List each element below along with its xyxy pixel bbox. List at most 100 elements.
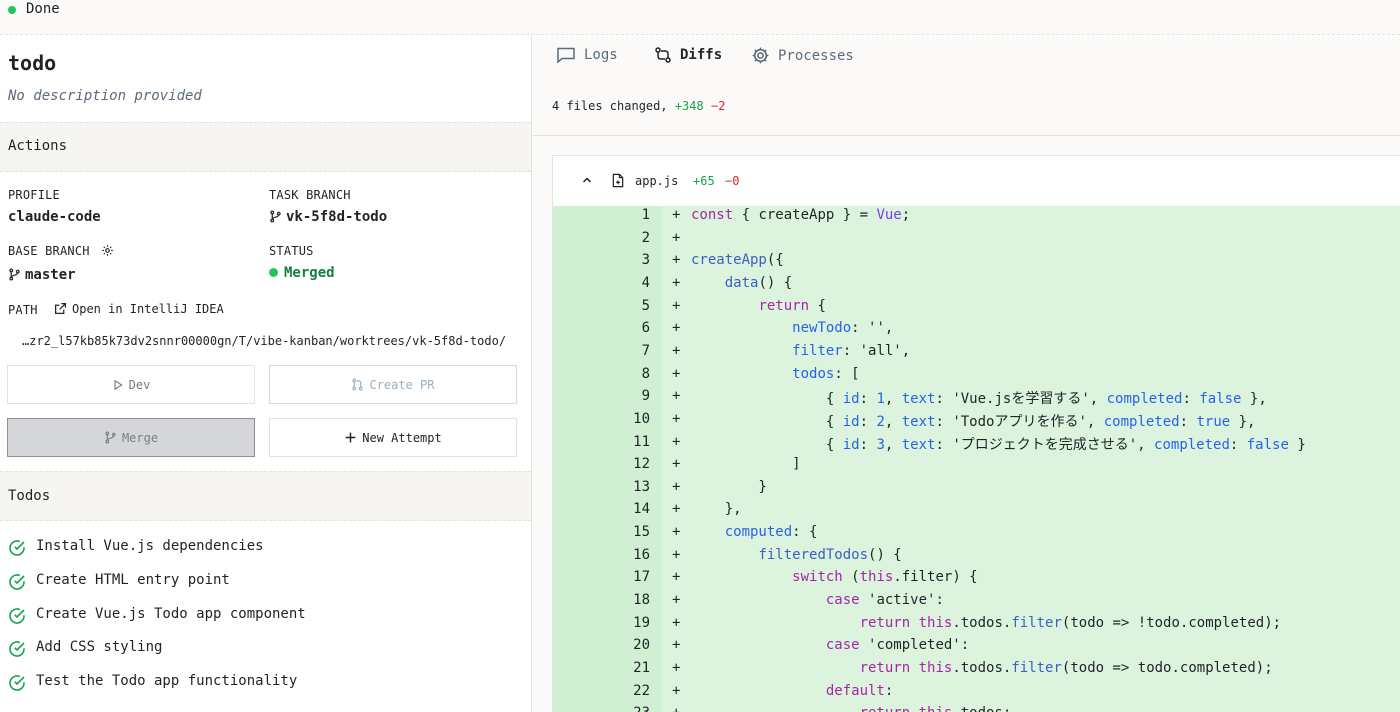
- added-marker: +: [672, 705, 680, 712]
- tab-diffs[interactable]: Diffs: [654, 46, 722, 64]
- base-branch-text: master: [25, 267, 76, 283]
- tab-processes[interactable]: Processes: [751, 46, 854, 65]
- gear-icon[interactable]: [101, 244, 114, 257]
- code-line: 20 + case 'completed':: [553, 637, 1400, 659]
- code-line: 17 + switch (this.filter) {: [553, 569, 1400, 591]
- total-additions: +348: [674, 99, 704, 113]
- chevron-up-icon[interactable]: [581, 174, 593, 186]
- check-circle-icon: [9, 608, 25, 624]
- diff-code-view: 1 + const { createApp } = Vue; 2 +3 + createAp…: [553, 206, 1400, 712]
- git-pull-request-icon: [352, 378, 364, 391]
- code-line: 22 + default:: [553, 683, 1400, 705]
- check-circle-icon: [9, 675, 25, 691]
- open-in-ide-label: Open in IntelliJ IDEA: [72, 302, 224, 316]
- merge-button[interactable]: Merge: [7, 418, 255, 457]
- code-line: 1 + const { createApp } = Vue;: [553, 207, 1400, 229]
- line-number: 22: [633, 682, 650, 699]
- check-circle-icon: [9, 641, 25, 657]
- code-text: { id: 3, text: 'プロジェクトを完成させる', completed…: [691, 436, 1306, 453]
- code-line: 15 + computed: {: [553, 524, 1400, 546]
- code-text: },: [691, 501, 742, 518]
- line-number: 9: [641, 388, 650, 405]
- base-branch-value: master: [8, 267, 76, 283]
- code-line: 3 + createApp({: [553, 252, 1400, 274]
- files-changed-text: 4 files changed,: [552, 99, 668, 113]
- git-compare-icon: [655, 47, 671, 63]
- code-line: 4 + data() {: [553, 275, 1400, 297]
- added-marker: +: [672, 297, 681, 314]
- file-deletions: −0: [725, 174, 740, 188]
- line-number: 17: [633, 569, 650, 586]
- todo-text: Install Vue.js dependencies: [36, 538, 264, 554]
- status-value: Merged: [269, 265, 335, 281]
- tab-logs[interactable]: Logs: [556, 46, 618, 64]
- code-text: data() {: [724, 274, 793, 291]
- git-merge-icon: [105, 431, 116, 444]
- open-in-ide-link[interactable]: Open in IntelliJ IDEA: [54, 302, 224, 316]
- tab-diffs-label: Diffs: [680, 47, 723, 63]
- code-text: { id: 1, text: 'Vue.jsを学習する', completed:…: [691, 391, 1267, 408]
- status-text: Done: [26, 1, 60, 17]
- line-number: 4: [641, 274, 650, 291]
- line-number: 21: [633, 660, 650, 676]
- line-number: 12: [633, 456, 650, 473]
- gear-icon: [752, 47, 769, 64]
- base-branch-label: BASE BRANCH: [8, 244, 114, 258]
- code-line: 23 + return this.todos;: [553, 705, 1400, 712]
- added-marker: +: [672, 320, 681, 337]
- task-details-panel: todo No description provided Actions PRO…: [0, 36, 532, 712]
- code-text: }: [691, 478, 767, 495]
- task-description: No description provided: [8, 88, 202, 104]
- added-marker: +: [672, 546, 681, 563]
- profile-label: PROFILE: [8, 188, 60, 202]
- code-line: 13 + }: [553, 479, 1400, 501]
- added-marker: +: [672, 569, 681, 586]
- dev-button-label: Dev: [128, 377, 151, 392]
- todo-text: Test the Todo app functionality: [36, 673, 298, 689]
- attempt-panel: Logs Diffs Processes 4 files changed, +3…: [533, 36, 1400, 712]
- added-marker: +: [672, 637, 681, 654]
- status-label: STATUS: [269, 244, 314, 258]
- added-marker: +: [672, 456, 681, 473]
- code-line: 11 + { id: 3, text: 'プロジェクトを完成させる', compl…: [553, 434, 1400, 456]
- todo-text: Create HTML entry point: [36, 572, 230, 588]
- dev-button[interactable]: Dev: [7, 365, 255, 404]
- file-name: app.js: [635, 174, 679, 188]
- message-square-icon: [557, 47, 575, 64]
- code-line: 6 + newTodo: '',: [553, 320, 1400, 342]
- base-branch-label-text: BASE BRANCH: [8, 244, 90, 258]
- added-marker: +: [672, 592, 681, 609]
- actions-section-header: Actions: [0, 122, 531, 172]
- external-link-icon: [55, 303, 66, 314]
- play-icon: [114, 379, 123, 390]
- added-marker: +: [672, 365, 681, 382]
- file-diff-header[interactable]: app.js +65 −0: [553, 156, 1400, 206]
- added-marker: +: [672, 614, 681, 631]
- line-number: 10: [633, 410, 650, 427]
- added-marker: +: [672, 478, 681, 495]
- line-number: 1: [641, 207, 650, 223]
- merge-label: Merge: [121, 430, 159, 445]
- actions-heading: Actions: [8, 138, 68, 154]
- code-line: 8 + todos: [: [553, 366, 1400, 388]
- check-circle-icon: [9, 540, 25, 556]
- code-text: return this.todos.filter(todo => !todo.c…: [859, 614, 1282, 631]
- path-label: PATH: [8, 303, 38, 317]
- check-circle-icon: [9, 574, 25, 590]
- added-marker: +: [672, 660, 681, 676]
- added-marker: +: [672, 252, 681, 269]
- todos-section-header: Todos: [0, 471, 531, 521]
- code-line: 2 +: [553, 230, 1400, 252]
- line-number: 20: [633, 637, 650, 654]
- line-number: 5: [641, 297, 650, 314]
- status-value-text: Merged: [284, 265, 335, 281]
- new-attempt-button[interactable]: New Attempt: [269, 418, 517, 457]
- code-text: switch (this.filter) {: [792, 569, 978, 586]
- create-pr-button[interactable]: Create PR: [269, 365, 517, 404]
- code-line: 5 + return {: [553, 298, 1400, 320]
- create-pr-label: Create PR: [369, 377, 435, 392]
- code-text: newTodo: '',: [792, 320, 894, 337]
- code-text: { id: 2, text: 'Todoアプリを作る', completed: …: [691, 413, 1256, 430]
- task-branch-text: vk-5f8d-todo: [286, 209, 388, 225]
- status-bar: Done: [0, 0, 1400, 35]
